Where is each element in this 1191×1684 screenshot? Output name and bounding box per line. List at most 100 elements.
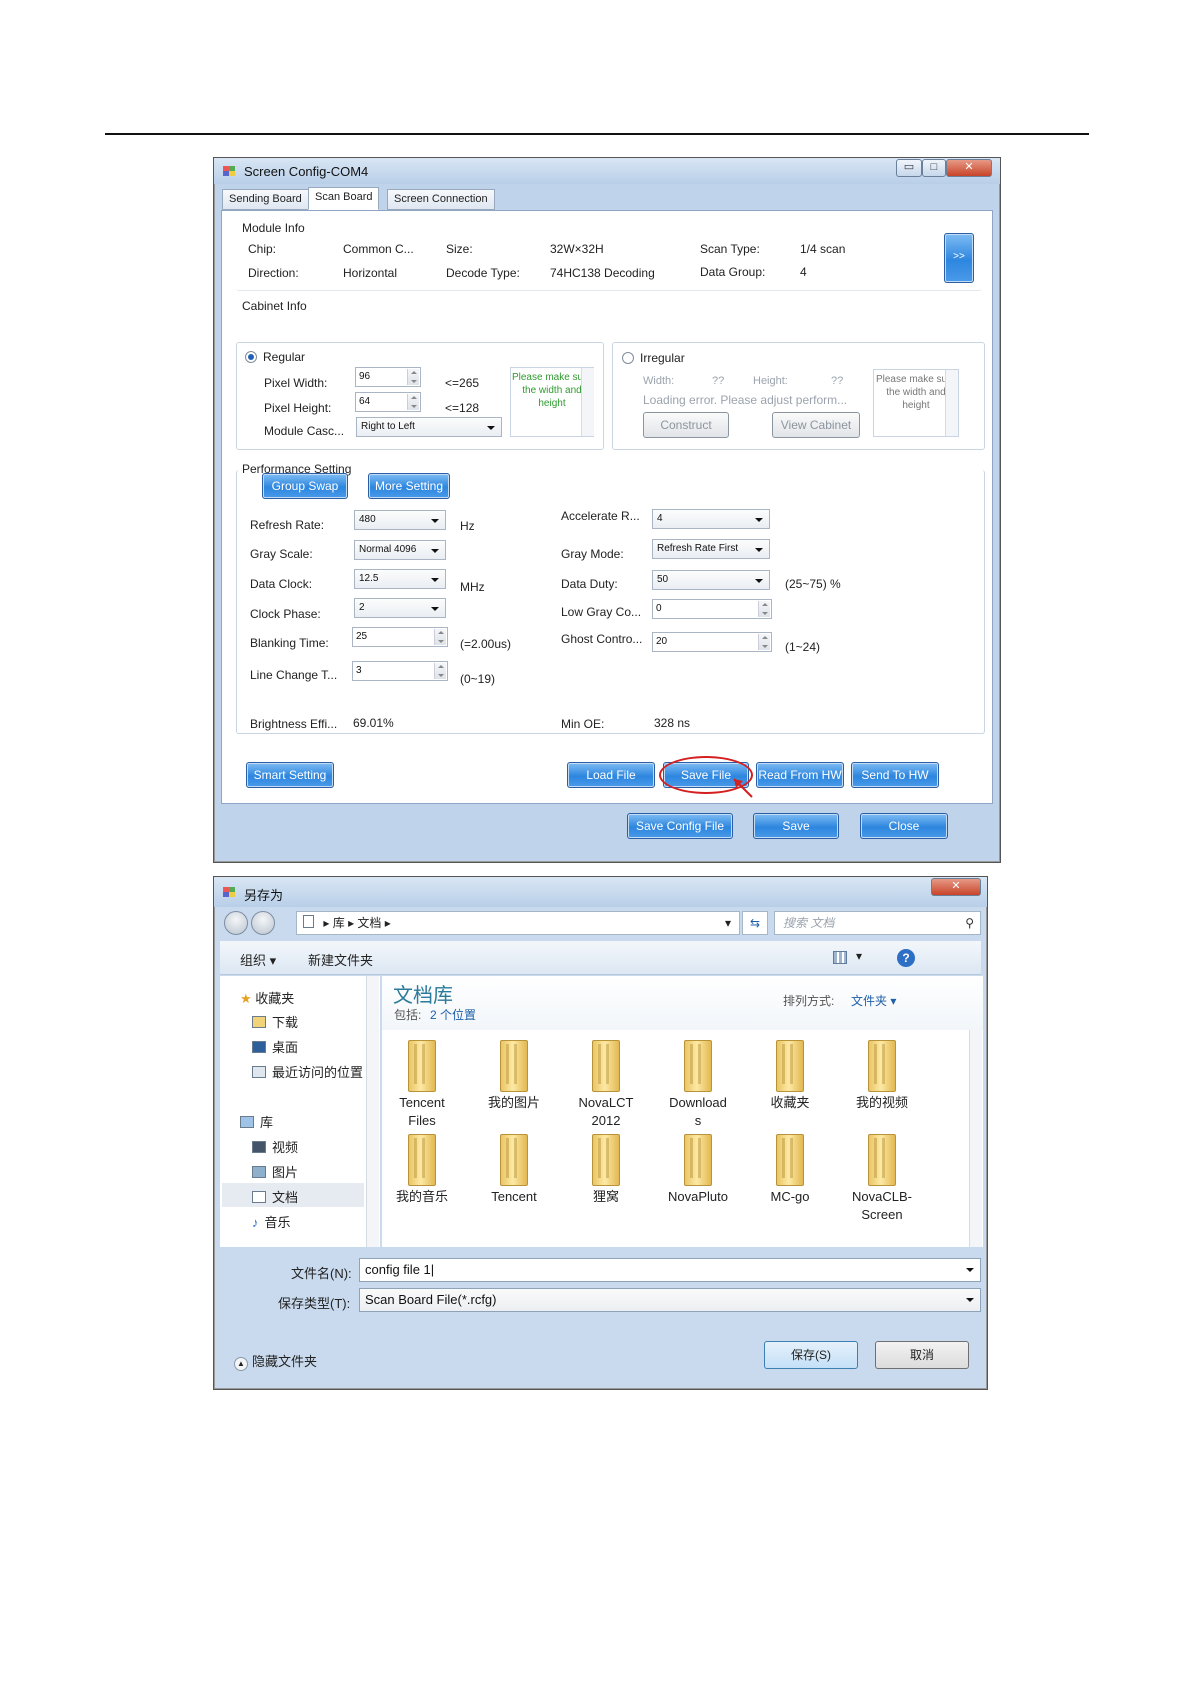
view-options-dropdown-icon[interactable]: ▾ — [856, 949, 862, 963]
data-duty-range: (25~75) % — [785, 577, 841, 591]
group-swap-button[interactable]: Group Swap — [262, 473, 348, 499]
tab-scan-board[interactable]: Scan Board — [308, 187, 380, 210]
hide-folders-toggle[interactable]: ▲ 隐藏文件夹 — [234, 1351, 317, 1371]
sidebar-label: 图片 — [272, 1165, 299, 1180]
sidebar-item-downloads[interactable]: 下载 — [252, 1012, 298, 1031]
sidebar-item-recent[interactable]: 最近访问的位置 — [252, 1062, 363, 1081]
send-to-hw-button[interactable]: Send To HW — [851, 762, 939, 788]
folder-item[interactable]: MC-go — [755, 1134, 825, 1206]
back-icon[interactable] — [224, 911, 248, 935]
sidebar-item-documents[interactable]: 文档 — [252, 1187, 298, 1206]
low-gray-spinner[interactable]: 0 — [652, 599, 772, 619]
read-from-hw-button[interactable]: Read From HW — [756, 762, 844, 788]
pixel-height-spinner[interactable]: 64 — [355, 392, 421, 412]
irregular-note-scrollbar[interactable] — [945, 370, 958, 436]
filename-input[interactable]: config file 1| — [359, 1258, 981, 1282]
spinner-arrows-icon[interactable] — [758, 634, 770, 650]
folder-item[interactable]: 我的视频 — [847, 1040, 917, 1112]
regular-note-scrollbar[interactable] — [581, 368, 594, 436]
regular-radio[interactable] — [245, 351, 257, 363]
expand-module-info-button[interactable]: >> — [944, 233, 974, 283]
sidebar-item-favorites[interactable]: ★ 收藏夹 — [240, 988, 294, 1007]
refresh-rate-select[interactable]: 480 — [354, 510, 446, 530]
new-folder-button[interactable]: 新建文件夹 — [308, 950, 373, 969]
more-setting-button[interactable]: More Setting — [368, 473, 450, 499]
folder-item[interactable]: 我的音乐 — [387, 1134, 457, 1206]
tab-sending-board[interactable]: Sending Board — [222, 189, 309, 210]
address-bar[interactable]: ▸ 库 ▸ 文档 ▸ ▾ — [296, 911, 740, 935]
sidebar-item-desktop[interactable]: 桌面 — [252, 1037, 298, 1056]
line-change-label: Line Change T... — [250, 668, 338, 682]
save-button[interactable]: 保存(S) — [764, 1341, 858, 1369]
construct-button[interactable]: Construct — [643, 412, 729, 438]
help-icon[interactable]: ? — [897, 949, 915, 967]
pixel-height-label: Pixel Height: — [264, 401, 332, 415]
search-icon[interactable]: ⚲ — [965, 912, 974, 934]
folder-item[interactable]: Download s — [663, 1040, 733, 1130]
spinner-arrows-icon[interactable] — [407, 369, 419, 385]
search-input[interactable]: 搜索 文档 ⚲ — [774, 911, 981, 935]
ghost-control-spinner[interactable]: 20 — [652, 632, 772, 652]
save-button[interactable]: Save — [753, 813, 839, 839]
music-icon: ♪ — [252, 1215, 259, 1230]
folder-label: NovaLCT — [578, 1095, 634, 1110]
folder-item[interactable]: NovaCLB- Screen — [847, 1134, 917, 1224]
data-clock-select[interactable]: 12.5 — [354, 569, 446, 589]
navigation-scrollbar[interactable] — [366, 976, 379, 1247]
spinner-arrows-icon[interactable] — [434, 663, 446, 679]
folder-item[interactable]: 我的图片 — [479, 1040, 549, 1112]
breadcrumb-documents[interactable]: 文档 — [357, 916, 381, 930]
data-duty-select[interactable]: 50 — [652, 570, 770, 590]
sort-dropdown[interactable]: 文件夹 ▾ — [851, 992, 896, 1009]
dialog-close-icon[interactable]: ✕ — [931, 878, 981, 896]
spinner-arrows-icon[interactable] — [434, 629, 446, 645]
clock-phase-select[interactable]: 2 — [354, 598, 446, 618]
cancel-button[interactable]: 取消 — [875, 1341, 969, 1369]
view-cabinet-button[interactable]: View Cabinet — [772, 412, 860, 438]
close-button[interactable]: Close — [860, 813, 948, 839]
sidebar-item-music[interactable]: ♪ 音乐 — [252, 1212, 291, 1231]
minimize-button[interactable]: ▭ — [896, 159, 922, 177]
low-gray-label: Low Gray Co... — [561, 605, 642, 619]
irregular-width-label: Width: — [643, 375, 675, 387]
save-config-file-button[interactable]: Save Config File — [627, 813, 733, 839]
refresh-button[interactable]: ⇆ — [742, 911, 768, 935]
irregular-radio[interactable] — [622, 352, 634, 364]
picture-icon — [252, 1166, 266, 1178]
pixel-width-spinner[interactable]: 96 — [355, 367, 421, 387]
sidebar-item-videos[interactable]: 视频 — [252, 1137, 298, 1156]
module-cascade-select[interactable]: Right to Left — [356, 417, 502, 437]
load-file-button[interactable]: Load File — [567, 762, 655, 788]
accelerate-select[interactable]: 4 — [652, 509, 770, 529]
file-pane: 文档库 包括: 2 个位置 排列方式: 文件夹 ▾ Tencent Files 我的… — [382, 976, 983, 1247]
gray-mode-label: Gray Mode: — [561, 547, 624, 561]
breadcrumb-library[interactable]: 库 — [333, 916, 345, 930]
forward-icon[interactable] — [251, 911, 275, 935]
close-icon[interactable]: ✕ — [946, 159, 992, 177]
includes-locations-link[interactable]: 2 个位置 — [430, 1006, 476, 1023]
folder-item[interactable]: NovaLCT 2012 — [571, 1040, 641, 1130]
filename-value: config file 1 — [365, 1262, 431, 1277]
view-options-icon[interactable] — [833, 951, 847, 964]
blanking-time-spinner[interactable]: 25 — [352, 627, 448, 647]
address-dropdown-icon[interactable]: ▾ — [725, 912, 731, 934]
gray-scale-select[interactable]: Normal 4096 — [354, 540, 446, 560]
maximize-button[interactable]: □ — [922, 159, 946, 177]
tab-screen-connection[interactable]: Screen Connection — [387, 189, 495, 210]
folder-item[interactable]: NovaPluto — [663, 1134, 733, 1206]
folder-item[interactable]: Tencent — [479, 1134, 549, 1206]
filetype-select[interactable]: Scan Board File(*.rcfg) — [359, 1288, 981, 1312]
gray-mode-select[interactable]: Refresh Rate First — [652, 539, 770, 559]
file-pane-scrollbar[interactable] — [969, 1030, 982, 1247]
organize-menu[interactable]: 组织 ▾ — [240, 950, 276, 969]
line-change-spinner[interactable]: 3 — [352, 661, 448, 681]
folder-item[interactable]: 收藏夹 — [755, 1040, 825, 1112]
folder-item[interactable]: Tencent Files — [387, 1040, 457, 1130]
sidebar-item-libraries[interactable]: 库 — [240, 1112, 273, 1131]
folder-icon — [588, 1134, 624, 1186]
smart-setting-button[interactable]: Smart Setting — [246, 762, 334, 788]
spinner-arrows-icon[interactable] — [407, 394, 419, 410]
folder-item[interactable]: 狸窝 — [571, 1134, 641, 1206]
spinner-arrows-icon[interactable] — [758, 601, 770, 617]
sidebar-item-pictures[interactable]: 图片 — [252, 1162, 298, 1181]
